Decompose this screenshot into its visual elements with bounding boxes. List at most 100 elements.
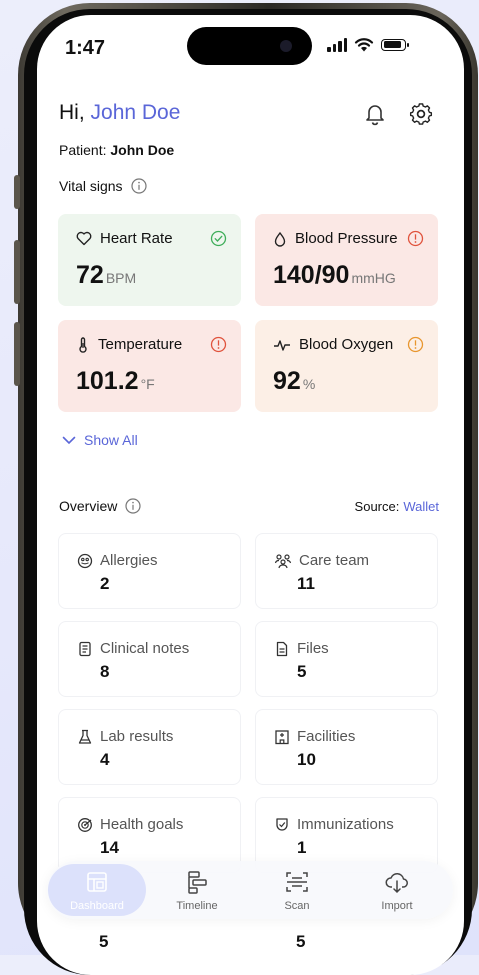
vital-signs-title-text: Vital signs [59,178,123,194]
patient-label: Patient: [59,142,107,158]
volume-up-button [14,240,20,304]
overview-label: Clinical notes [100,640,190,657]
tab-label: Scan [284,900,310,912]
warning-circle-icon [407,336,424,353]
scan-icon [286,872,308,892]
overview-card-header: Lab results [77,728,173,745]
action-button [14,175,20,209]
clinical-notes-icon [79,641,91,656]
show-all-label: Show All [84,432,138,448]
bell-icon[interactable] [362,101,388,127]
tab-label: Dashboard [70,900,124,912]
overview-card-clinical-notes[interactable]: Clinical notes 8 [58,621,241,697]
source-wallet-link[interactable]: Wallet [403,499,439,514]
vital-value: 72 BPM [76,261,137,289]
overview-value-partial: 5 [99,932,109,951]
overview-label: Files [297,640,329,657]
chevron-down-icon [62,436,76,444]
target-icon [78,817,92,832]
app-screen: 1:47 Hi, John Doe Patient: John Doe Vita… [37,15,464,975]
overview-value: 1 [297,838,307,857]
overview-value: 4 [100,750,110,769]
overview-card-lab-results[interactable]: Lab results 4 [58,709,241,785]
vital-card-temperature[interactable]: Temperature 101.2 °F [58,320,241,412]
cloud-download-icon [385,872,408,894]
overview-value: 2 [100,574,110,593]
dashboard-icon [87,872,107,892]
overview-card-facilities[interactable]: Facilities 10 [255,709,438,785]
bottom-tab-bar: Dashboard Timeline Scan Import [47,861,453,919]
greeting-text: Hi, [59,101,85,124]
pulse-icon [274,339,290,351]
info-icon[interactable] [125,498,141,514]
overview-label: Health goals [100,816,184,833]
overview-card-header: Allergies [77,552,158,569]
overview-label: Lab results [100,728,174,745]
vital-value: 101.2 °F [76,367,155,395]
tab-label: Timeline [176,900,218,912]
overview-card-care-team[interactable]: Care team 11 [255,533,438,609]
battery-icon [381,38,409,51]
overview-card-header: Clinical notes [77,640,189,657]
overview-card-header: Immunizations [274,816,394,833]
overview-value: 10 [297,750,316,769]
overview-card-header: Care team [274,552,369,569]
alert-circle-icon [407,230,424,247]
vital-value: 140/90 mmHG [273,261,396,289]
show-all-button[interactable]: Show All [62,432,138,448]
droplet-icon [274,231,286,247]
source-line: Source: Wallet [355,499,439,514]
camera-icon [280,40,292,52]
allergy-icon [77,553,93,568]
vital-card-blood-oxygen[interactable]: Blood Oxygen 92% [255,320,438,412]
signal-icon [327,37,347,52]
tab-scan[interactable]: Scan [247,861,347,919]
overview-value: 11 [297,574,315,593]
status-time: 1:47 [65,37,106,59]
tab-dashboard[interactable]: Dashboard [47,861,147,919]
overview-value-partial: 5 [296,932,306,951]
care-team-icon [274,553,292,568]
vital-label: Blood Oxygen [299,336,394,353]
info-icon[interactable] [130,178,147,194]
check-circle-icon [210,230,227,247]
timeline-icon [188,871,207,894]
overview-value: 5 [297,662,307,681]
vital-card-header: Temperature [76,336,227,353]
thermometer-icon [79,336,87,353]
alert-circle-icon [210,336,227,353]
greeting-user-name[interactable]: John Doe [91,101,181,124]
vital-label: Temperature [98,336,183,353]
vital-label: Heart Rate [100,230,173,247]
facility-icon [275,729,289,744]
settings-gear-icon[interactable] [408,101,434,127]
wifi-icon [354,38,374,52]
patient-line: Patient: John Doe [59,142,174,158]
volume-down-button [14,322,20,386]
tab-timeline[interactable]: Timeline [147,861,247,919]
overview-card-header: Health goals [77,816,183,833]
source-label: Source: [354,499,400,514]
status-icons [327,37,409,52]
overview-label: Immunizations [297,816,394,833]
flask-icon [78,729,92,744]
overview-card-allergies[interactable]: Allergies 2 [58,533,241,609]
greeting: Hi, John Doe [59,101,180,125]
overview-card-files[interactable]: Files 5 [255,621,438,697]
overview-card-header: Files [274,640,329,657]
vital-card-heart-rate[interactable]: Heart Rate 72 BPM [58,214,241,306]
immunization-icon [276,817,288,831]
dynamic-island [187,27,312,65]
vital-card-blood-pressure[interactable]: Blood Pressure 140/90 mmHG [255,214,438,306]
heart-icon [76,231,92,246]
overview-value: 8 [100,662,110,681]
vital-card-header: Blood Pressure [273,230,424,247]
overview-value: 14 [100,838,119,857]
tab-import[interactable]: Import [347,861,447,919]
overview-label: Care team [299,552,370,569]
overview-label: Allergies [100,552,158,569]
tab-label: Import [381,900,413,912]
vital-label: Blood Pressure [295,230,398,247]
vital-card-header: Heart Rate [76,230,227,247]
overview-label: Facilities [297,728,356,745]
